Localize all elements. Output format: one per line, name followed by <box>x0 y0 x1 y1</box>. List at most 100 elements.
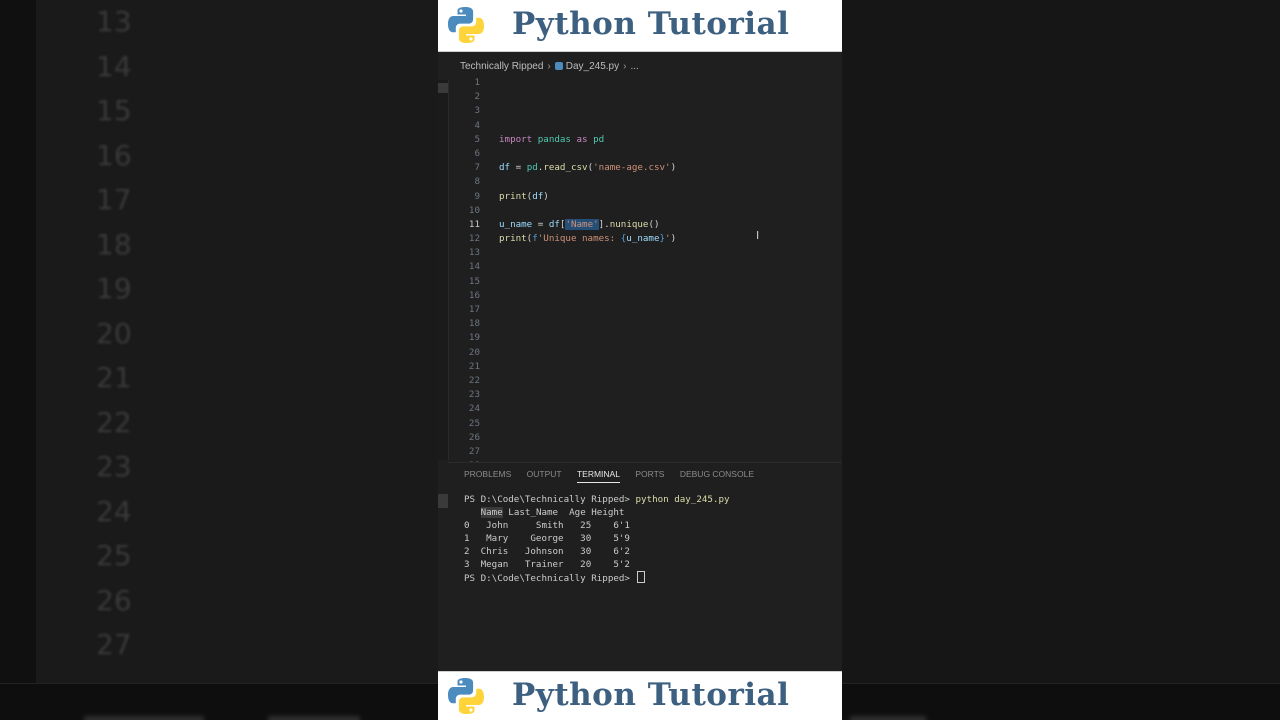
code-token: ) <box>670 233 677 245</box>
terminal-cursor <box>637 571 646 583</box>
backdrop-line-number: 25 <box>96 539 132 572</box>
code-line[interactable]: 1 <box>458 76 838 90</box>
line-number: 19 <box>468 332 480 344</box>
terminal-prompt-line[interactable]: PS D:\Code\Technically Ripped> <box>464 571 838 584</box>
line-number: 9 <box>474 190 480 202</box>
code-line[interactable]: 4 <box>458 119 838 133</box>
code-token: pandas <box>537 133 571 145</box>
code-token: 'name-age.csv' <box>593 162 671 174</box>
code-line[interactable]: 25 <box>458 417 838 431</box>
code-token: df <box>499 162 511 174</box>
line-number: 10 <box>468 204 480 216</box>
code-line[interactable]: 3 <box>458 104 838 118</box>
tab-debug-console[interactable]: DEBUG CONSOLE <box>680 469 754 482</box>
code-line[interactable]: 15 <box>458 275 838 289</box>
terminal-prompt: PS D:\Code\Technically Ripped> <box>464 494 636 505</box>
code-line[interactable]: 19 <box>458 331 838 345</box>
code-line[interactable]: 13 <box>458 246 838 260</box>
title-banner-bottom: Python Tutorial <box>438 671 842 720</box>
code-line[interactable]: 22 <box>458 374 838 388</box>
tab-output[interactable]: OUTPUT <box>527 469 562 482</box>
backdrop-line-number: 20 <box>96 316 132 350</box>
code-line[interactable]: 18 <box>458 317 838 331</box>
python-logo-icon <box>448 7 484 43</box>
tab-problems[interactable]: PROBLEMS <box>464 469 511 482</box>
editor-gutter-edge <box>438 80 449 460</box>
terminal-table-row: 0 John Smith 25 6'1 <box>464 520 630 531</box>
panel-divider <box>448 462 842 463</box>
code-token: nunique <box>609 218 649 230</box>
terminal-header-name: Name <box>480 507 503 518</box>
mouse-ibeam-icon: I <box>756 229 760 242</box>
line-number: 16 <box>468 289 480 301</box>
breadcrumb[interactable]: Technically Ripped › Day_245.py ›... <box>460 61 639 72</box>
code-line[interactable]: 7 df = pd.read_csv('name-age.csv') <box>458 161 838 175</box>
code-token: read_csv <box>543 162 588 174</box>
backdrop-panel-bar <box>842 683 1280 720</box>
code-line[interactable]: 5 import pandas as pd <box>458 133 838 147</box>
code-token: u_name <box>626 233 660 245</box>
code-token: ) <box>670 162 677 174</box>
line-number: 15 <box>468 275 480 287</box>
line-number: 21 <box>468 360 480 372</box>
line-number: 8 <box>474 176 480 188</box>
breadcrumb-symbols[interactable]: ... <box>630 61 638 72</box>
backdrop-line-number: 19 <box>96 272 132 305</box>
code-line[interactable]: 24 <box>458 402 838 416</box>
backdrop-line-numbers: 13 14 15 16 17 18 19 20 21 22 23 24 25 26 27 <box>96 0 176 668</box>
line-number: 27 <box>468 445 480 457</box>
backdrop-tab-blur <box>84 716 204 720</box>
code-editor[interactable]: 1 2 3 4 5 import pandas as pd 6 7 df = pd.read_c… <box>458 76 838 462</box>
code-line[interactable]: 27 <box>458 445 838 459</box>
line-number: 20 <box>468 346 480 358</box>
code-line[interactable]: 26 <box>458 431 838 445</box>
tab-terminal[interactable]: TERMINAL <box>576 469 620 483</box>
code-line[interactable]: 6 <box>458 147 838 161</box>
backdrop-line-number: 17 <box>96 183 132 216</box>
code-line[interactable]: 11 u_name = df['Name'].nunique() <box>458 218 838 232</box>
code-token: = <box>532 218 549 230</box>
blurred-backdrop-left: 13 14 15 16 17 18 19 20 21 22 23 24 25 26 27 <box>0 0 438 720</box>
breadcrumb-folder[interactable]: Technically Ripped <box>460 61 543 72</box>
code-line[interactable]: 8 <box>458 175 838 189</box>
terminal-command: python day_245.py <box>635 494 730 505</box>
code-text: print(f'Unique names: {u_name}') <box>499 232 676 246</box>
code-token: () <box>648 218 660 230</box>
terminal-command-line: PS D:\Code\Technically Ripped> python da… <box>464 493 838 506</box>
code-text: print(df) <box>499 190 549 204</box>
breadcrumb-file[interactable]: Day_245.py <box>566 61 619 72</box>
code-line[interactable]: 12 print(f'Unique names: {u_name}') <box>458 232 838 246</box>
code-token: pd <box>526 162 538 174</box>
line-number: 26 <box>468 431 480 443</box>
backdrop-line-number: 22 <box>96 405 132 439</box>
code-line[interactable]: 16 <box>458 289 838 303</box>
code-line[interactable]: 9 print(df) <box>458 190 838 204</box>
chevron-right-icon: › <box>623 61 627 72</box>
code-line[interactable]: 17 <box>458 303 838 317</box>
terminal-side-indicator <box>438 494 448 508</box>
line-number: 7 <box>474 162 480 174</box>
code-text: u_name = df['Name'].nunique() <box>499 218 660 232</box>
code-text: import pandas as pd <box>499 133 604 147</box>
backdrop-tab-blur <box>850 716 926 720</box>
code-line[interactable]: 23 <box>458 388 838 402</box>
code-token: as <box>576 133 588 145</box>
code-token: ]. <box>598 218 610 230</box>
terminal-output[interactable]: PS D:\Code\Technically Ripped> python da… <box>464 493 838 584</box>
line-number: 24 <box>468 403 480 415</box>
backdrop-line-number: 23 <box>96 450 132 483</box>
python-file-icon <box>554 62 563 70</box>
code-line[interactable]: 14 <box>458 260 838 274</box>
backdrop-line-number: 26 <box>96 583 132 617</box>
terminal-table-header: Name Last_Name Age Height <box>464 506 838 519</box>
backdrop-line-number: 16 <box>96 138 132 172</box>
code-line[interactable]: 2 <box>458 90 838 104</box>
code-token: pd <box>593 133 605 145</box>
code-line[interactable]: 20 <box>458 346 838 360</box>
line-number: 22 <box>468 374 480 386</box>
line-number: 25 <box>468 417 480 429</box>
code-line[interactable]: 10 <box>458 204 838 218</box>
code-line[interactable]: 21 <box>458 360 838 374</box>
line-number: 17 <box>468 304 480 315</box>
tab-ports[interactable]: PORTS <box>635 469 664 482</box>
